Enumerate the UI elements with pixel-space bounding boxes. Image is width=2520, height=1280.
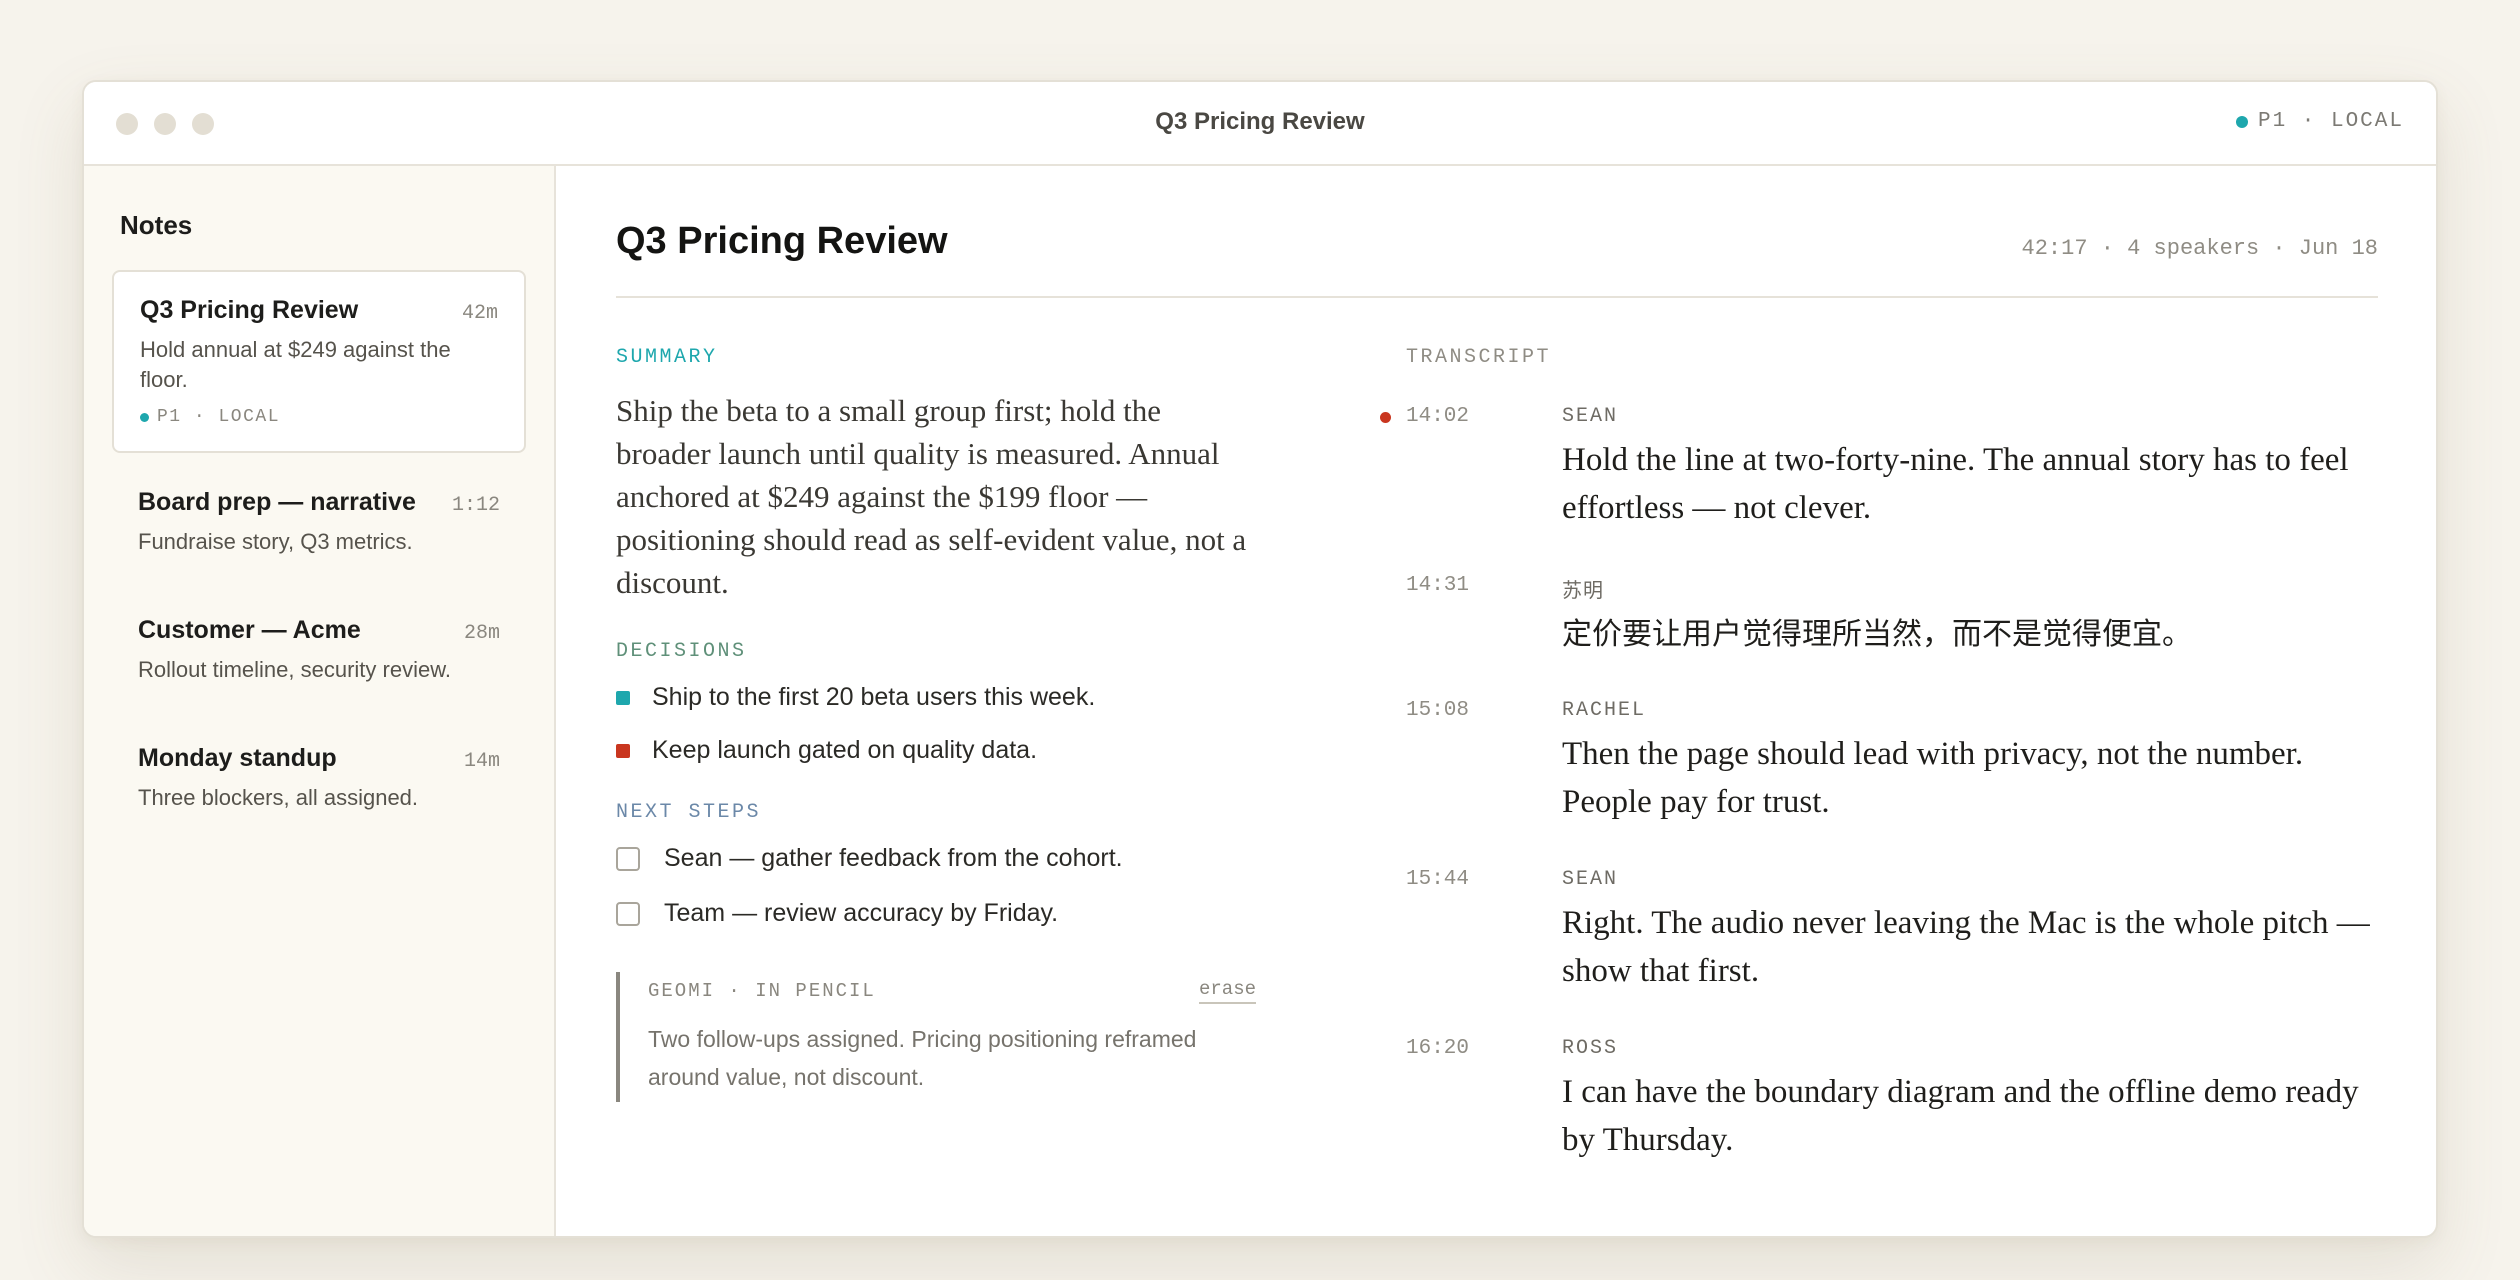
title-bar: Q3 Pricing Review P1 · LOCAL: [84, 82, 2436, 166]
entry-timestamp: 16:20: [1406, 1037, 1470, 1060]
note-snippet: Fundraise story, Q3 metrics.: [138, 529, 413, 554]
note-title: Board prep — narrative: [138, 488, 416, 516]
entry-text: Right. The audio never leaving the Mac i…: [1562, 905, 2370, 989]
note-duration: 14m: [463, 750, 500, 773]
entry-speaker: SEAN: [1562, 868, 1619, 891]
entry-text: I can have the boundary diagram and the …: [1562, 1074, 2359, 1158]
erase-button[interactable]: erase: [1198, 978, 1256, 1004]
summary-heading: SUMMARY: [616, 346, 718, 369]
decisions-list: Ship to the first 20 beta users this wee…: [616, 683, 1256, 765]
transcript-entry[interactable]: 15:44 SEAN Right. The audio never leavin…: [1406, 868, 2378, 995]
next-step-item: Team — review accuracy by Friday.: [616, 899, 1256, 928]
transcript-heading: TRANSCRIPT: [1406, 346, 1552, 369]
transcript-entry[interactable]: 15:08 RACHEL Then the page should lead w…: [1406, 699, 2378, 826]
note-detail: Q3 Pricing Review 42:17 · 4 speakers · J…: [556, 166, 2436, 1236]
decision-text: Ship to the first 20 beta users this wee…: [652, 683, 1096, 711]
note-item-monday-standup[interactable]: Monday standup 14m Three blockers, all a…: [112, 720, 526, 837]
notes-sidebar: Notes Q3 Pricing Review 42m Hold annual …: [84, 166, 556, 1236]
decision-item: Ship to the first 20 beta users this wee…: [616, 683, 1256, 712]
next-step-item: Sean — gather feedback from the cohort.: [616, 844, 1256, 873]
note-item-q3-pricing-review[interactable]: Q3 Pricing Review 42m Hold annual at $24…: [112, 270, 526, 453]
note-snippet: Rollout timeline, security review.: [138, 657, 452, 682]
note-title: Customer — Acme: [138, 616, 361, 644]
next-step-text: Sean — gather feedback from the cohort.: [664, 844, 1123, 872]
entry-timestamp: 15:08: [1406, 699, 1470, 722]
note-duration: 1:12: [451, 494, 500, 517]
next-step-checkbox[interactable]: [616, 846, 640, 871]
transcript-column: TRANSCRIPT 14:02 SEAN Hold the line at t…: [1380, 346, 2378, 1164]
decision-marker-icon: [616, 743, 630, 758]
header-divider: [616, 296, 2378, 298]
note-snippet: Hold annual at $249 against the floor.: [140, 337, 451, 392]
notes-column: SUMMARY Ship the beta to a small group f…: [616, 346, 1256, 1102]
transcript-entry[interactable]: 14:02 SEAN Hold the line at two-forty-ni…: [1380, 405, 2378, 532]
sidebar-title: Notes: [120, 210, 193, 240]
entry-text: 定价要让用户觉得理所当然，而不是觉得便宜。: [1562, 617, 2192, 652]
note-item-board-prep[interactable]: Board prep — narrative 1:12 Fundraise st…: [112, 464, 526, 581]
note-title: Monday standup: [138, 744, 337, 772]
note-item-customer-acme[interactable]: Customer — Acme 28m Rollout timeline, se…: [112, 592, 526, 709]
priority-dot-icon: [140, 412, 149, 422]
note-tag-label: P1 · LOCAL: [157, 407, 281, 427]
app-window: Q3 Pricing Review P1 · LOCAL Notes Q3 Pr…: [82, 80, 2438, 1238]
decision-marker-icon: [616, 690, 630, 705]
window-status-label: P1 · LOCAL: [2257, 110, 2404, 133]
pencil-note-label: GEOMI · IN PENCIL: [648, 980, 876, 1002]
entry-text: Hold the line at two-forty-nine. The ann…: [1562, 442, 2349, 526]
pencil-note-text: Two follow-ups assigned. Pricing positio…: [648, 1026, 1197, 1090]
note-duration: 42m: [461, 302, 498, 325]
entry-timestamp: 14:31: [1406, 574, 1470, 597]
window-status: P1 · LOCAL: [2235, 110, 2404, 133]
next-step-checkbox[interactable]: [616, 901, 640, 926]
decisions-heading: DECISIONS: [616, 640, 747, 663]
page-title: Q3 Pricing Review: [616, 220, 948, 262]
note-title: Q3 Pricing Review: [140, 296, 359, 324]
entry-timestamp: 14:02: [1406, 405, 1470, 428]
entry-speaker: ROSS: [1562, 1037, 1619, 1060]
note-snippet: Three blockers, all assigned.: [138, 785, 419, 810]
note-tag: P1 · LOCAL: [140, 407, 498, 427]
transcript-entry[interactable]: 16:20 ROSS I can have the boundary diagr…: [1406, 1037, 2378, 1164]
entry-speaker: RACHEL: [1562, 699, 1647, 722]
decision-text: Keep launch gated on quality data.: [652, 736, 1038, 764]
next-step-text: Team — review accuracy by Friday.: [664, 899, 1059, 927]
pencil-note: GEOMI · IN PENCIL erase Two follow-ups a…: [616, 972, 1256, 1102]
entry-timestamp: 15:44: [1406, 868, 1470, 891]
entry-speaker: 苏明: [1562, 578, 1604, 602]
live-marker-dot-icon: [1380, 412, 1391, 423]
local-status-dot-icon: [2235, 115, 2248, 128]
next-steps-list: Sean — gather feedback from the cohort. …: [616, 844, 1256, 928]
next-steps-heading: NEXT STEPS: [616, 801, 762, 824]
transcript-entry[interactable]: 14:31 苏明 定价要让用户觉得理所当然，而不是觉得便宜。: [1406, 574, 2378, 659]
entry-text: Then the page should lead with privacy, …: [1562, 736, 2304, 820]
window-title: Q3 Pricing Review: [1155, 108, 1365, 135]
note-duration: 28m: [463, 622, 500, 645]
entry-speaker: SEAN: [1562, 405, 1619, 428]
meeting-meta: 42:17 · 4 speakers · Jun 18: [2021, 236, 2378, 261]
decision-item: Keep launch gated on quality data.: [616, 736, 1256, 765]
summary-text: Ship the beta to a small group first; ho…: [616, 393, 1247, 600]
